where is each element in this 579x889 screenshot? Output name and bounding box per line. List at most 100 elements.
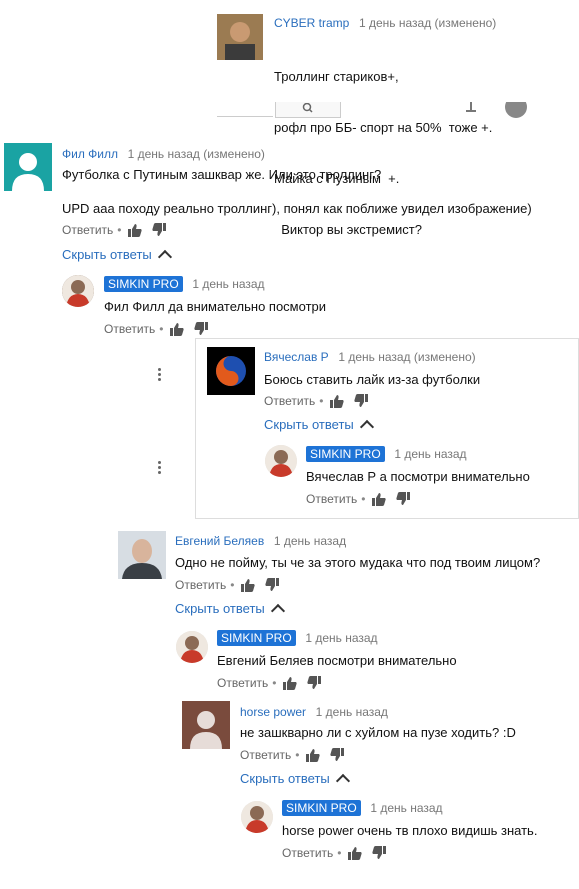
comment-header: horse power 1 день назад (240, 704, 388, 719)
thumb-down-icon[interactable] (396, 492, 410, 506)
comment-text: Футболка с Путиным зашквар же. Или это т… (62, 167, 382, 182)
thread-border (195, 338, 196, 519)
hide-replies-button[interactable]: Скрыть ответы (264, 417, 374, 434)
hide-replies-button[interactable]: Скрыть ответы (175, 601, 285, 618)
thumb-up-icon[interactable] (330, 394, 344, 408)
comment-actions: Ответить • (306, 492, 420, 506)
comment-line: Троллинг стариков+, (274, 69, 399, 84)
avatar[interactable] (241, 801, 273, 833)
comment-actions: Ответить • (62, 223, 176, 237)
thumb-down-icon[interactable] (194, 322, 208, 336)
thumb-down-icon[interactable] (152, 223, 166, 237)
author-name[interactable]: horse power (240, 705, 306, 719)
hide-replies-label: Скрыть ответы (240, 771, 330, 786)
more-options-icon[interactable] (158, 459, 162, 476)
avatar[interactable] (176, 631, 208, 663)
hide-replies-label: Скрыть ответы (264, 417, 354, 432)
timestamp[interactable]: 1 день назад (изменено) (338, 350, 475, 364)
thumb-up-icon[interactable] (128, 223, 142, 237)
avatar[interactable] (62, 275, 94, 307)
comment-header: CYBER tramp 1 день назад (изменено) (274, 15, 496, 30)
thumb-up-icon[interactable] (372, 492, 386, 506)
comment-text: Троллинг стариков+, рофл про ББ- спорт н… (274, 34, 492, 255)
timestamp[interactable]: 1 день назад (370, 801, 442, 815)
reply-button[interactable]: Ответить (217, 676, 268, 690)
comment-actions: Ответить • (282, 846, 396, 860)
author-badge[interactable]: SIMKIN PRO (217, 630, 296, 646)
thread-border (195, 518, 579, 519)
comment-header: SIMKIN PRO 1 день назад (306, 446, 467, 462)
comment-header: SIMKIN PRO 1 день назад (217, 630, 378, 646)
comment-actions: Ответить • (217, 676, 331, 690)
author-name[interactable]: Фил Филл (62, 147, 118, 161)
reply-button[interactable]: Ответить (240, 748, 291, 762)
hide-replies-button[interactable]: Скрыть ответы (62, 247, 172, 264)
avatar[interactable] (182, 701, 230, 749)
thumb-down-icon[interactable] (330, 748, 344, 762)
more-options-icon[interactable] (158, 366, 162, 383)
reply-button[interactable]: Ответить (264, 394, 315, 408)
thumb-up-icon[interactable] (241, 578, 255, 592)
avatar[interactable] (505, 102, 527, 118)
reply-button[interactable]: Ответить (62, 223, 113, 237)
thumb-up-icon[interactable] (170, 322, 184, 336)
upload-icon[interactable] (465, 102, 477, 114)
reply-button[interactable]: Ответить (175, 578, 226, 592)
author-badge[interactable]: SIMKIN PRO (306, 446, 385, 462)
comment-actions: Ответить • (264, 394, 378, 408)
avatar[interactable] (217, 14, 263, 60)
author-badge[interactable]: SIMKIN PRO (282, 800, 361, 816)
thumb-up-icon[interactable] (283, 676, 297, 690)
reply-button[interactable]: Ответить (282, 846, 333, 860)
cropped-toolbar (217, 102, 579, 120)
chevron-up-icon (157, 249, 172, 264)
author-name[interactable]: Евгений Беляев (175, 534, 264, 548)
author-badge[interactable]: SIMKIN PRO (104, 276, 183, 292)
comment-header: Евгений Беляев 1 день назад (175, 533, 346, 548)
author-name[interactable]: Вячеслав Р (264, 350, 329, 364)
comment-text: horse power очень тв плохо видишь знать. (282, 823, 538, 838)
comment-text: UPD ааа походу реально троллинг), понял … (62, 201, 532, 216)
comment-header: Фил Филл 1 день назад (изменено) (62, 146, 265, 161)
timestamp[interactable]: 1 день назад (192, 277, 264, 291)
chevron-up-icon (359, 419, 374, 434)
thumb-down-icon[interactable] (372, 846, 386, 860)
thumb-down-icon[interactable] (265, 578, 279, 592)
reply-button[interactable]: Ответить (306, 492, 357, 506)
comment-actions: Ответить • (104, 322, 218, 336)
chevron-up-icon (335, 773, 350, 788)
comment-text: Боюсь ставить лайк из-за футболки (264, 372, 481, 387)
search-button[interactable] (275, 102, 341, 118)
author-name[interactable]: CYBER tramp (274, 16, 349, 30)
avatar[interactable] (4, 143, 52, 191)
comment-text: Одно не пойму, ты че за этого мудака что… (175, 555, 541, 570)
timestamp[interactable]: 1 день назад (305, 631, 377, 645)
search-icon (302, 103, 313, 113)
avatar[interactable] (207, 347, 255, 395)
comment-text: не зашкварно ли с хуйлом на пузе ходить?… (240, 725, 516, 740)
hide-replies-button[interactable]: Скрыть ответы (240, 771, 350, 788)
chevron-up-icon (270, 603, 285, 618)
avatar[interactable] (118, 531, 166, 579)
comment-text: Вячеслав Р а посмотри внимательно (306, 469, 530, 484)
comment-header: Вячеслав Р 1 день назад (изменено) (264, 349, 476, 364)
timestamp[interactable]: 1 день назад (изменено) (128, 147, 265, 161)
comment-text: Фил Филл да внимательно посмотри (104, 299, 327, 314)
hide-replies-label: Скрыть ответы (62, 247, 152, 262)
timestamp[interactable]: 1 день назад (316, 705, 388, 719)
thread-border (195, 338, 578, 339)
comment-line: Виктор вы экстремист? (274, 222, 422, 237)
thumb-down-icon[interactable] (307, 676, 321, 690)
thumb-up-icon[interactable] (348, 846, 362, 860)
timestamp[interactable]: 1 день назад (274, 534, 346, 548)
comment-actions: Ответить • (240, 748, 354, 762)
comment-header: SIMKIN PRO 1 день назад (104, 276, 265, 292)
comment-line: рофл про ББ- спорт на 50% тоже +. (274, 120, 493, 135)
timestamp[interactable]: 1 день назад (394, 447, 466, 461)
thumb-up-icon[interactable] (306, 748, 320, 762)
thumb-down-icon[interactable] (354, 394, 368, 408)
timestamp[interactable]: 1 день назад (изменено) (359, 16, 496, 30)
avatar[interactable] (265, 445, 297, 477)
hide-replies-label: Скрыть ответы (175, 601, 265, 616)
reply-button[interactable]: Ответить (104, 322, 155, 336)
